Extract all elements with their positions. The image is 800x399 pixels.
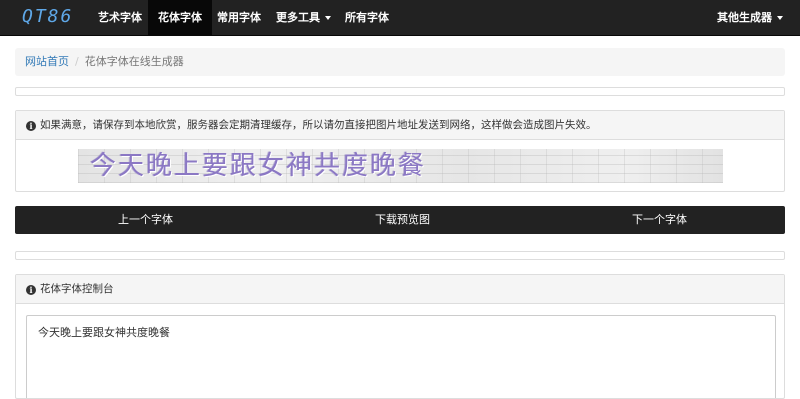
preview-text: 今天晚上要跟女神共度晚餐 [90, 151, 427, 181]
nav-item-all-fonts[interactable]: 所有字体 [335, 0, 399, 35]
nav-item-art-fonts[interactable]: 艺术字体 [88, 0, 152, 35]
info-circle-icon: i [26, 121, 36, 131]
brand-logo[interactable]: QT86 [22, 6, 73, 27]
nav-item-other-generators[interactable]: 其他生成器 [707, 0, 793, 35]
next-font-button[interactable]: 下一个字体 [632, 206, 687, 234]
caret-down-icon [325, 16, 331, 20]
nav-item-label: 艺术字体 [98, 11, 142, 24]
notice-text: 如果满意，请保存到本地欣赏，服务器会定期清理缓存，所以请勿直接把图片地址发送到网… [40, 119, 597, 131]
info-circle-icon: i [26, 285, 36, 295]
nav-item-label: 更多工具 [276, 11, 320, 24]
nav-item-label: 花体字体 [158, 11, 202, 24]
nav-item-fancy-fonts[interactable]: 花体字体 [148, 0, 212, 35]
nav-item-label: 常用字体 [217, 11, 261, 24]
preview-panel: i 如果满意，请保存到本地欣赏，服务器会定期清理缓存，所以请勿直接把图片地址发送到… [15, 110, 785, 192]
text-input[interactable]: 今天晚上要跟女神共度晚餐 [26, 315, 776, 398]
console-panel: i 花体字体控制台 今天晚上要跟女神共度晚餐 [15, 274, 785, 399]
prev-font-button[interactable]: 上一个字体 [118, 206, 173, 234]
nav-item-common-fonts[interactable]: 常用字体 [207, 0, 271, 35]
breadcrumb: 网站首页 / 花体字体在线生成器 [15, 48, 785, 76]
caret-down-icon [777, 16, 783, 20]
breadcrumb-current: 花体字体在线生成器 [84, 55, 184, 68]
top-navbar: QT86 艺术字体 花体字体 常用字体 更多工具 所有字体 其他生成器 [0, 0, 800, 36]
console-title: 花体字体控制台 [40, 283, 114, 295]
action-bar: 上一个字体 下载预览图 下一个字体 [15, 206, 785, 234]
font-preview-image[interactable]: 今天晚上要跟女神共度晚餐 [78, 149, 723, 183]
nav-item-label: 所有字体 [345, 11, 389, 24]
console-heading: i 花体字体控制台 [16, 275, 784, 304]
download-preview-button[interactable]: 下载预览图 [375, 206, 430, 234]
empty-panel [15, 251, 785, 260]
notice-heading: i 如果满意，请保存到本地欣赏，服务器会定期清理缓存，所以请勿直接把图片地址发送到… [16, 111, 784, 140]
nav-item-label: 其他生成器 [717, 11, 772, 24]
breadcrumb-home-link[interactable]: 网站首页 [25, 55, 69, 68]
breadcrumb-separator: / [75, 55, 79, 68]
nav-item-more-tools[interactable]: 更多工具 [266, 0, 341, 35]
empty-panel [15, 87, 785, 96]
